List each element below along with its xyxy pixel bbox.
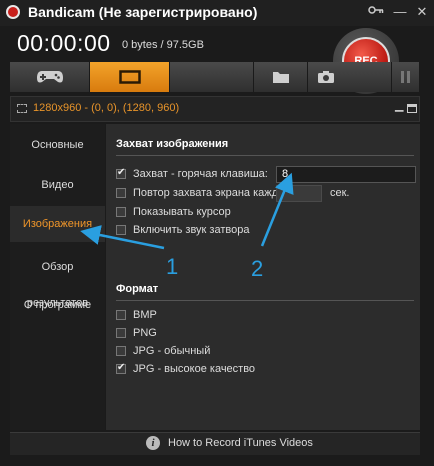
annotation-arrows <box>80 172 294 250</box>
annotation-label-2: 2 <box>251 256 264 281</box>
annotation-arrow-1 <box>80 225 165 250</box>
annotation-arrow-2 <box>260 172 294 247</box>
annotation-label-1: 1 <box>166 254 179 279</box>
